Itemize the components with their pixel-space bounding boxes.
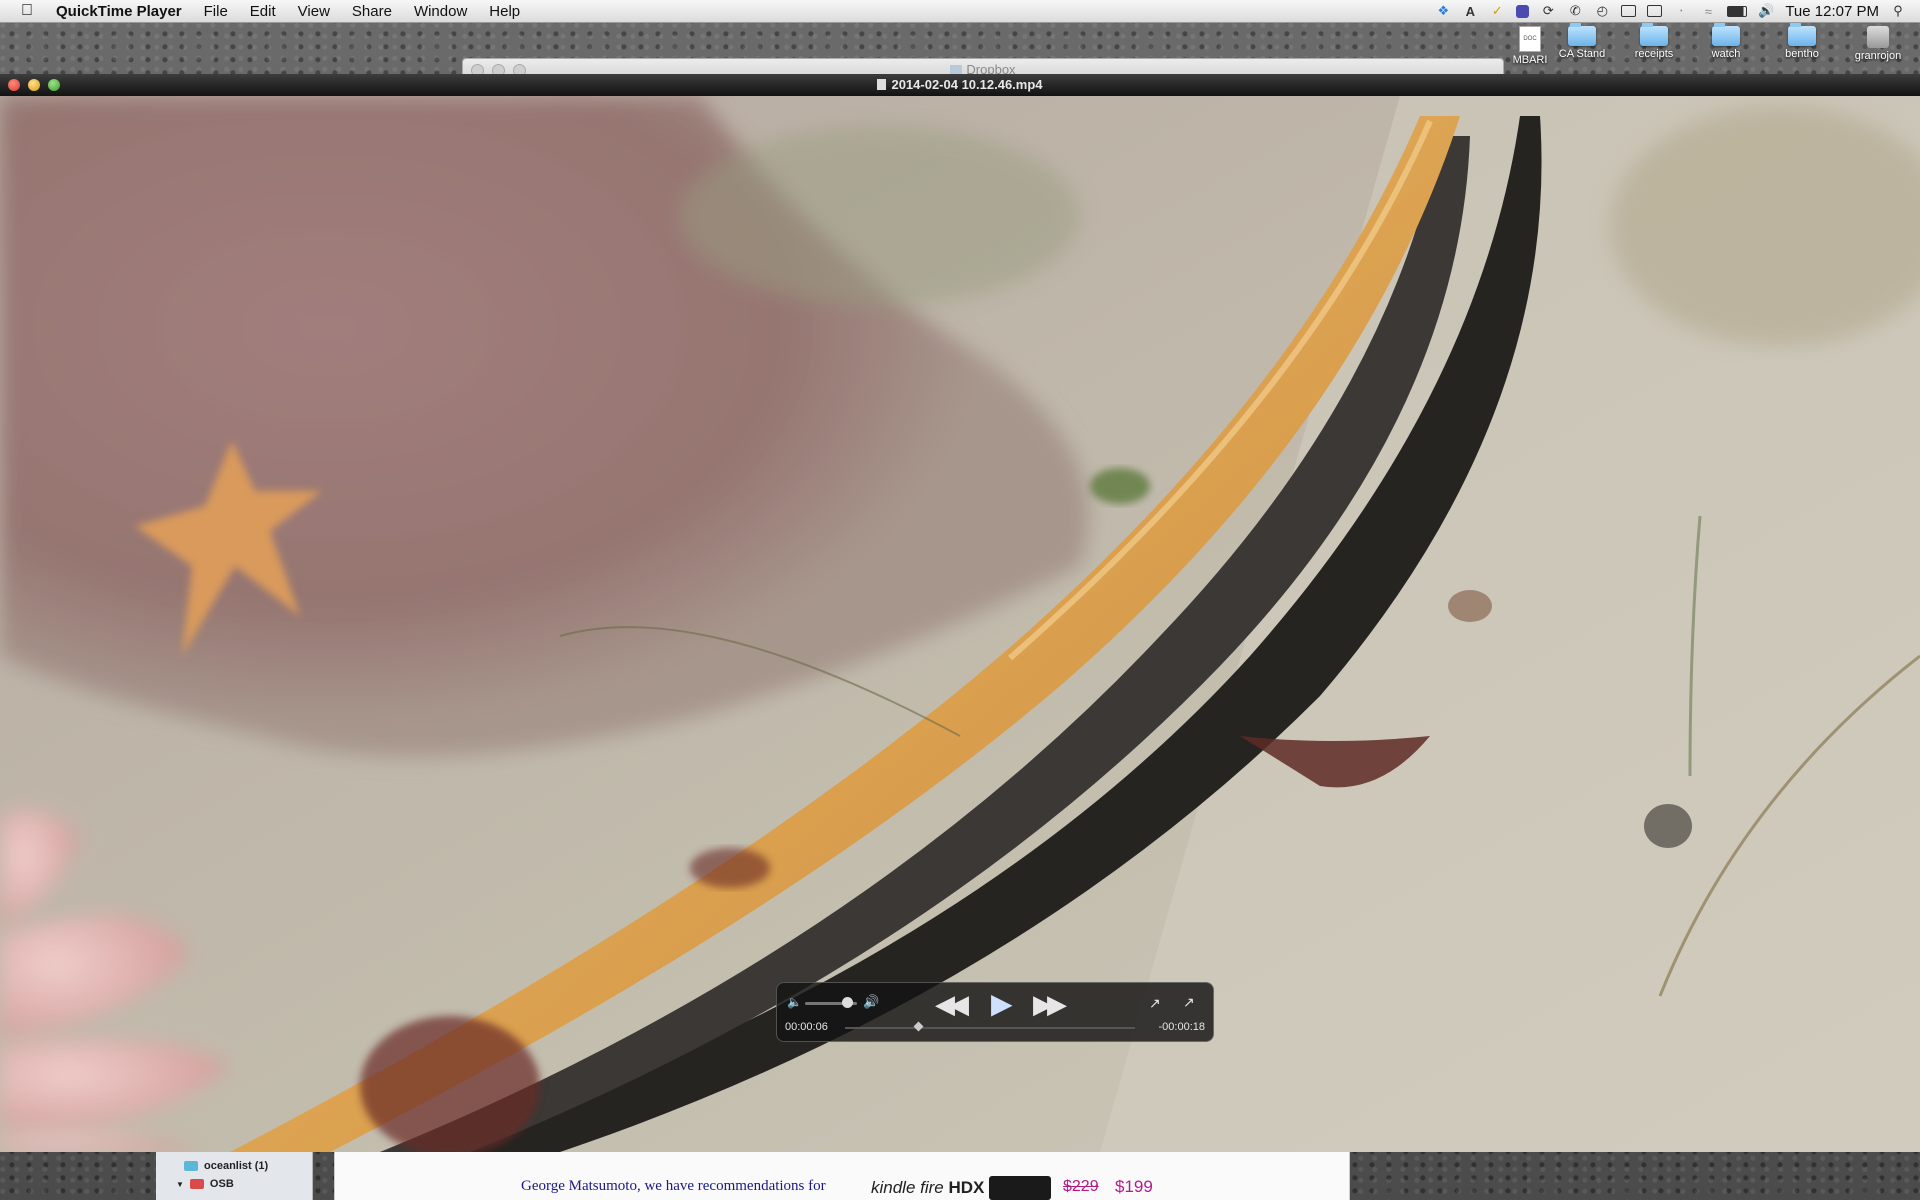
mail-sidebar: oceanlist (1) ▼ OSB (156, 1152, 313, 1200)
volume-high-icon[interactable]: 🔊 (863, 994, 879, 1010)
menu-clock[interactable]: Tue 12:07 PM (1785, 3, 1879, 20)
menu-share[interactable]: Share (341, 3, 403, 20)
bluetooth-icon[interactable]: ᛫ (1673, 4, 1689, 19)
recommendation-text[interactable]: George Matsumoto, we have recommendation… (521, 1178, 826, 1195)
desktop-icon-bentho[interactable]: bentho (1762, 22, 1842, 60)
folder-icon (950, 65, 963, 74)
desktop-icon-receipts[interactable]: receipts (1614, 22, 1694, 60)
document-proxy-icon[interactable] (877, 79, 887, 90)
folder-icon (184, 1161, 198, 1171)
battery-icon[interactable] (1727, 5, 1748, 17)
status-area: ❖ A ✓ ⟳ ✆ ◴ ᛫ ≈ 🔊 Tue 12:07 PM ⚲ (1435, 3, 1920, 20)
desktop-icon-watch[interactable]: watch (1686, 22, 1766, 60)
desktop-icon-label: granrojon (1854, 50, 1902, 62)
ad-new-price: $199 (1115, 1177, 1153, 1196)
folder-icon (189, 1179, 204, 1189)
sidebar-item-label: oceanlist (1) (204, 1160, 269, 1172)
folder-icon (1568, 22, 1596, 46)
fast-forward-button[interactable]: ▶▶ (1033, 989, 1067, 1020)
ad-model: HDX (948, 1178, 985, 1197)
kindle-ad-logo[interactable]: kindle fire HDX (871, 1178, 984, 1198)
zoom-button[interactable] (48, 79, 60, 91)
volume-slider-knob[interactable] (841, 997, 853, 1008)
window-title: 2014-02-04 10.12.46.mp4 (891, 77, 1043, 92)
menu-bar:  QuickTime Player File Edit View Share … (0, 0, 1920, 23)
menu-app-name[interactable]: QuickTime Player (50, 3, 193, 20)
close-button[interactable] (8, 79, 20, 91)
desktop-icon-label: CA Stand (1558, 48, 1606, 60)
sync-icon[interactable]: ⟳ (1540, 3, 1556, 18)
menu-view[interactable]: View (287, 3, 341, 20)
window-titlebar[interactable]: 2014-02-04 10.12.46.mp4 (0, 74, 1920, 96)
menu-edit[interactable]: Edit (239, 3, 287, 20)
volume-icon[interactable]: 🔊 (1758, 3, 1774, 18)
share-button[interactable]: ↗ (1149, 995, 1161, 1012)
sidebar-item-oceanlist[interactable]: oceanlist (1) (184, 1160, 268, 1172)
time-remaining: -00:00:18 (1158, 1021, 1205, 1033)
display-icon[interactable] (1621, 5, 1637, 17)
wifi-icon[interactable]: ≈ (1700, 4, 1716, 19)
ad-old-price: $229 (1063, 1178, 1099, 1195)
desktop-icon-label: watch (1711, 48, 1741, 60)
folder-icon (1712, 22, 1740, 46)
scrubber-playhead[interactable] (913, 1021, 923, 1032)
disk-icon (1867, 26, 1889, 48)
rewind-button[interactable]: ◀◀ (935, 989, 969, 1020)
desktop-icon-ca-stand[interactable]: CA Stand (1542, 22, 1622, 60)
scrubber-track[interactable] (845, 1027, 1135, 1029)
browser-page: George Matsumoto, we have recommendation… (334, 1152, 1350, 1200)
sidebar-item-osb[interactable]: ▼ OSB (176, 1178, 234, 1190)
dropbox-icon[interactable]: ❖ (1435, 3, 1451, 18)
menu-file[interactable]: File (193, 3, 239, 20)
spotlight-search-icon[interactable]: ⚲ (1890, 3, 1906, 18)
ad-brand: kindle fire (871, 1178, 944, 1197)
time-machine-icon[interactable]: ◴ (1594, 3, 1610, 18)
minimize-button[interactable] (28, 79, 40, 91)
play-button[interactable]: ▶ (991, 987, 1013, 1020)
volume-low-icon[interactable]: 🔈 (787, 995, 802, 1009)
fullscreen-button[interactable]: ↗ (1183, 994, 1195, 1011)
apple-menu-icon[interactable]:  (16, 2, 38, 20)
desktop-icon-label: receipts (1634, 48, 1674, 60)
kindle-thumbnail[interactable] (989, 1176, 1051, 1200)
app-square-icon[interactable] (1516, 4, 1530, 18)
keyboard-icon[interactable] (1647, 5, 1663, 17)
desktop-icons: DOC MBARI CA Stand receipts watch bentho… (1490, 22, 1920, 76)
time-elapsed: 00:00:06 (785, 1021, 828, 1033)
folder-icon (1640, 22, 1668, 46)
menu-window[interactable]: Window (403, 3, 478, 20)
desktop-icon-granrojon[interactable]: granrojon (1838, 26, 1918, 62)
menu-help[interactable]: Help (478, 3, 531, 20)
document-icon: DOC (1519, 26, 1541, 52)
disclosure-triangle-icon[interactable]: ▼ (176, 1180, 184, 1189)
window-controls (8, 79, 60, 91)
desktop-icon-label: bentho (1785, 48, 1819, 60)
playback-controls: 🔈 🔊 ◀◀ ▶ ▶▶ ↗ ↗ 00:00:06 -00:00:18 (776, 982, 1214, 1042)
sidebar-item-label: OSB (209, 1178, 234, 1190)
phone-icon[interactable]: ✆ (1567, 3, 1583, 18)
checkmark-app-icon[interactable]: ✓ (1489, 3, 1505, 18)
folder-icon (1788, 22, 1816, 46)
adobe-icon[interactable]: A (1462, 4, 1478, 19)
